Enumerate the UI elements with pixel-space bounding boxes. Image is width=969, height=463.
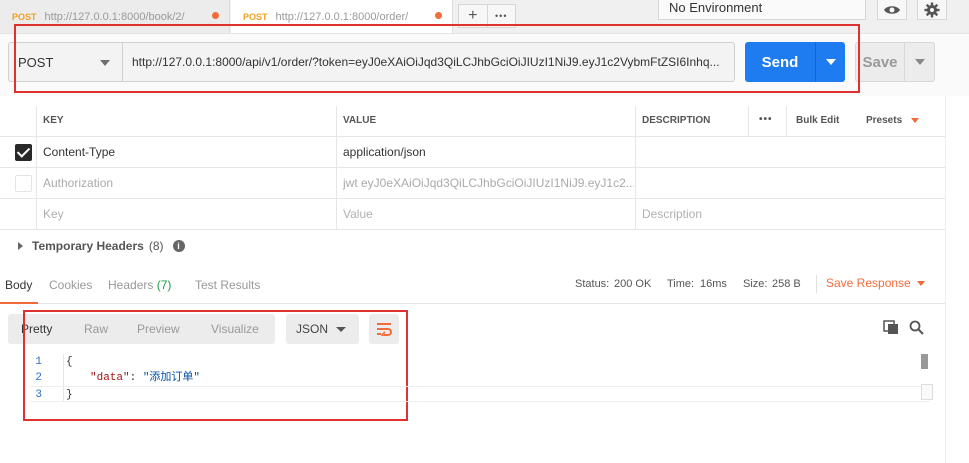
table-row: Authorization jwt eyJ0eXAiOiJqd3QiLCJhbG… [0, 168, 945, 199]
bulk-edit-link[interactable]: Bulk Edit [789, 106, 855, 137]
code-text: { [66, 356, 73, 368]
header-value-cell[interactable]: jwt eyJ0eXAiOiJqd3QiLCJhbGciOiJIUzI1NiJ9… [336, 168, 634, 199]
header-enabled-checkbox[interactable] [15, 175, 32, 192]
line-number: 1 [35, 356, 42, 368]
json-value: "添加订单" [142, 372, 201, 384]
new-header-key-input[interactable]: Key [36, 199, 336, 230]
presets-label: Presets [866, 115, 903, 126]
new-header-description-input[interactable]: Description [635, 199, 945, 230]
code-line-current: 3 } [30, 386, 930, 402]
table-row: Content-Type application/json [0, 137, 945, 168]
temporary-headers-count: (8) [148, 239, 164, 253]
tab-test-results[interactable]: Test Results [195, 278, 260, 292]
tab-method-label: POST [12, 11, 37, 22]
chevron-down-icon [916, 281, 925, 287]
chevron-down-icon [910, 117, 919, 123]
environment-select[interactable]: No Environment [658, 0, 866, 20]
copy-icon[interactable] [883, 320, 899, 335]
editor-scrollbar-thumb[interactable] [921, 354, 928, 369]
status-label: Status: [575, 278, 610, 290]
scrollbar-track [945, 96, 946, 463]
save-response-dropdown[interactable]: Save Response [826, 276, 925, 290]
eye-icon [884, 5, 900, 14]
info-icon[interactable]: i [172, 240, 185, 252]
size-label: Size: [743, 278, 768, 290]
header-value-cell[interactable]: application/json [336, 137, 634, 168]
table-row-new: Key Value Description [0, 199, 945, 230]
code-line: 1 { [30, 354, 930, 370]
tab-headers-label: Headers [108, 278, 154, 292]
size-value: 258 B [772, 278, 801, 290]
save-options-button[interactable] [905, 42, 935, 82]
header-description-cell[interactable] [635, 137, 945, 168]
tab-url-label: http://127.0.0.1:8000/order/ [275, 10, 409, 23]
line-number: 2 [35, 372, 42, 384]
json-key: "data" [90, 372, 130, 384]
header-description-cell[interactable] [635, 168, 945, 199]
header-key-cell[interactable]: Authorization [36, 168, 336, 199]
active-tab-indicator [0, 302, 38, 304]
divider [748, 106, 749, 137]
search-icon[interactable] [909, 320, 924, 335]
highlight-box-request [14, 24, 860, 93]
time-value: 16ms [700, 278, 727, 290]
tab-headers[interactable]: Headers (7) [108, 278, 171, 292]
presets-dropdown[interactable]: Presets [859, 106, 939, 137]
status-value: 200 OK [614, 278, 652, 290]
time-label: Time: [667, 278, 695, 290]
environment-quick-look-button[interactable] [877, 0, 907, 20]
new-header-value-input[interactable]: Value [336, 199, 634, 230]
environment-settings-button[interactable] [917, 0, 947, 20]
code-text: } [66, 389, 73, 401]
column-header-description: DESCRIPTION [642, 115, 711, 126]
tab-method-label: POST [243, 11, 268, 22]
divider [816, 275, 817, 293]
temporary-headers-label: Temporary Headers [32, 239, 144, 253]
table-header-row: KEY VALUE DESCRIPTION ••• Bulk Edit Pres… [0, 106, 945, 137]
tab-body[interactable]: Body [5, 278, 32, 292]
editor-scrollbar[interactable] [921, 384, 933, 400]
code-line: 2 "data": "添加订单" [30, 370, 930, 386]
column-header-key: KEY [43, 115, 64, 126]
chevron-down-icon [914, 59, 925, 65]
tab-headers-count: (7) [156, 278, 172, 292]
tab-url-label: http://127.0.0.1:8000/book/2/ [44, 10, 185, 23]
response-tabs: Body Cookies Headers (7) Test Results St… [0, 264, 945, 304]
save-button[interactable]: Save [855, 42, 905, 82]
code-text: "data": "添加订单" [90, 372, 201, 384]
header-enabled-checkbox[interactable] [15, 144, 32, 161]
column-header-value: VALUE [343, 115, 377, 126]
header-key-cell[interactable]: Content-Type [36, 137, 336, 168]
tab-cookies[interactable]: Cookies [49, 278, 92, 292]
temporary-headers-toggle[interactable]: Temporary Headers (8) i [18, 239, 185, 253]
save-response-label: Save Response [826, 276, 911, 290]
unsaved-dot-icon [212, 12, 219, 19]
gear-icon [924, 2, 940, 17]
unsaved-dot-icon [435, 12, 442, 19]
line-number: 3 [35, 389, 42, 401]
chevron-right-icon [18, 242, 23, 250]
more-options-button[interactable]: ••• [752, 106, 782, 137]
divider [786, 106, 787, 137]
